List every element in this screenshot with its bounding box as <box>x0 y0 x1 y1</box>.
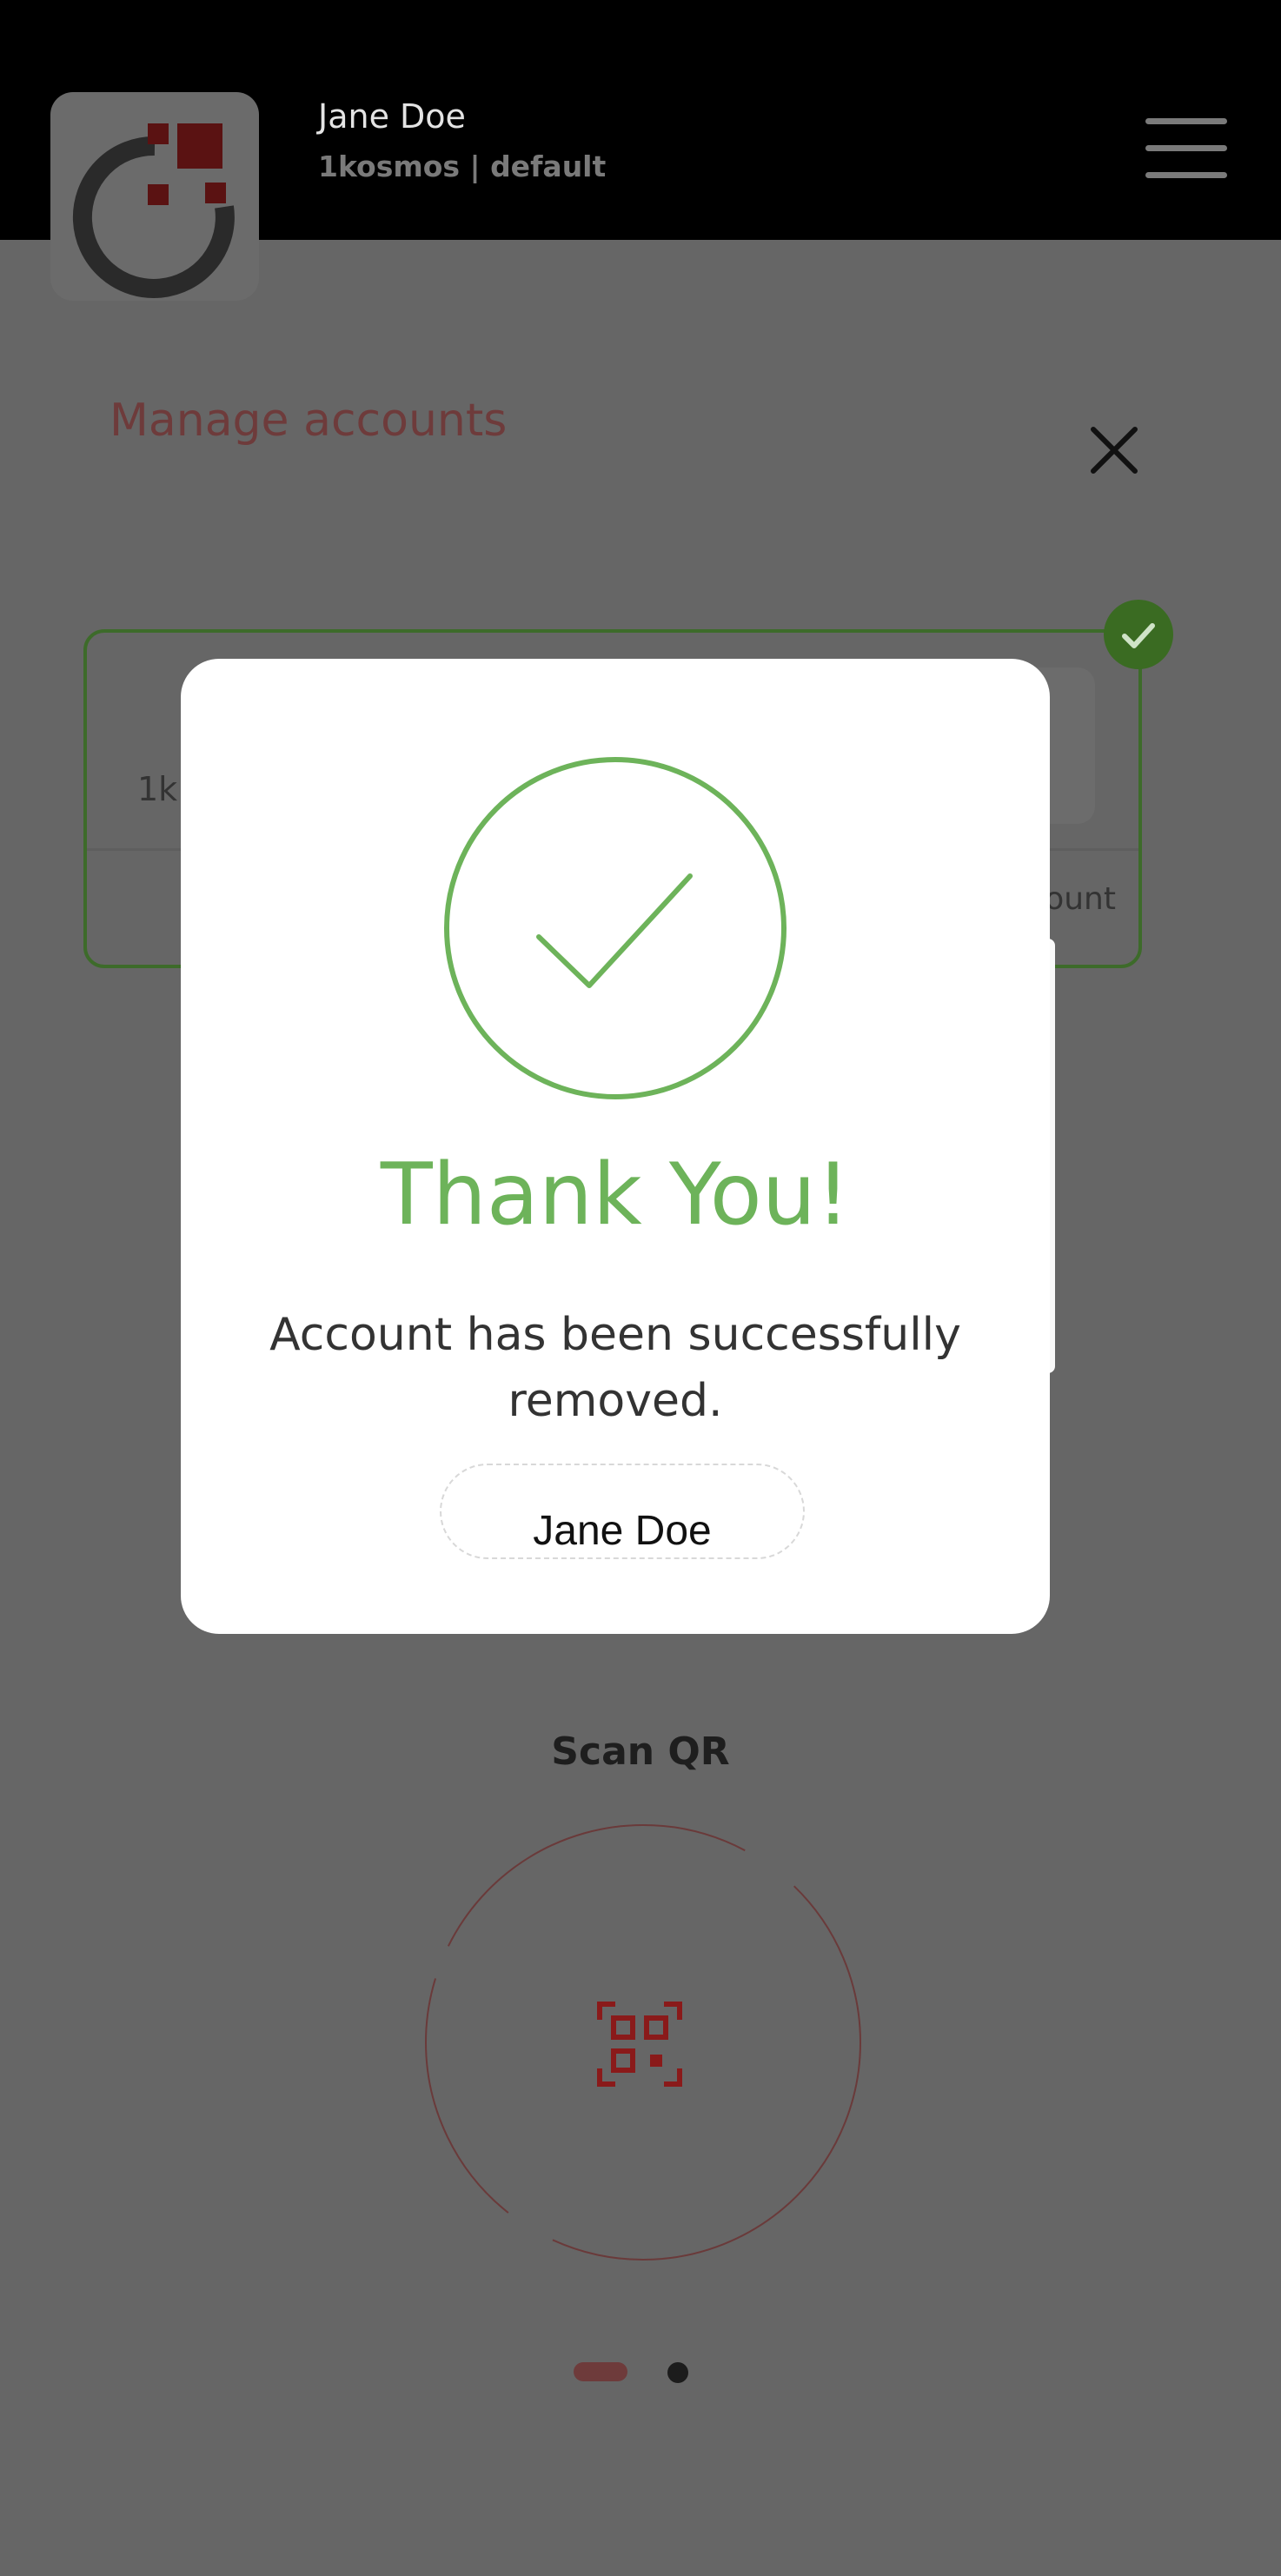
success-check-icon <box>444 757 787 1099</box>
close-icon[interactable] <box>1086 422 1142 478</box>
account-org-text: 1k <box>137 770 178 808</box>
page-indicator-dot[interactable] <box>667 2362 688 2383</box>
scan-qr-label: Scan QR <box>551 1730 730 1774</box>
header-org-line: 1kosmos | default <box>318 149 607 183</box>
1kosmos-logo-icon <box>72 123 235 298</box>
page-indicator-active[interactable] <box>574 2362 627 2381</box>
app-logo <box>50 92 259 301</box>
user-name-label: Jane Doe <box>533 1508 712 1555</box>
modal-message: Account has been successfully removed. <box>269 1309 961 1427</box>
header-user-name: Jane Doe <box>318 97 466 136</box>
manage-accounts-title: Manage accounts <box>110 395 508 447</box>
qr-code-icon <box>596 2001 683 2088</box>
modal-title: Thank You! <box>380 1145 851 1245</box>
success-modal: Thank You! Account has been successfully… <box>181 659 1050 1634</box>
user-name-button[interactable]: Jane Doe <box>440 1464 805 1559</box>
hamburger-menu-icon[interactable] <box>1145 118 1227 179</box>
app-header: Jane Doe 1kosmos | default <box>0 0 1281 301</box>
selected-check-icon <box>1104 600 1173 669</box>
account-action-text[interactable]: ount <box>1045 881 1116 917</box>
